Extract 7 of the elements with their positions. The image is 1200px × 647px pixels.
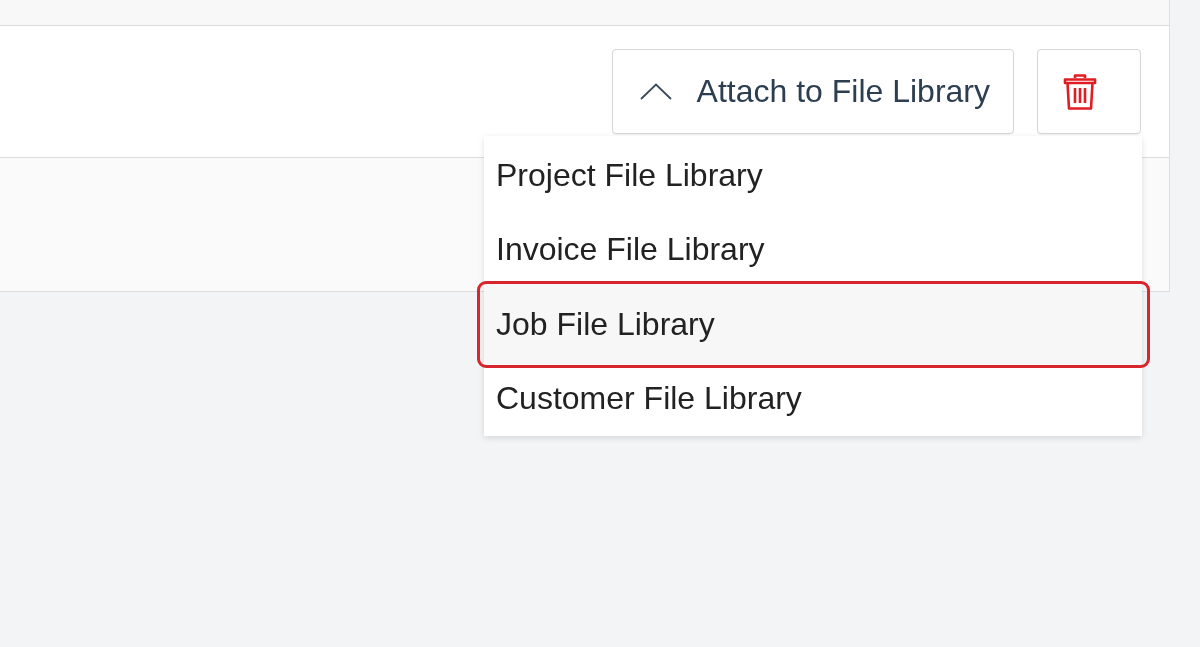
chevron-up-icon xyxy=(639,83,672,100)
menu-item[interactable]: Customer File Library xyxy=(484,368,1142,434)
menu-item[interactable]: Project File Library xyxy=(484,138,1142,212)
delete-button[interactable] xyxy=(1037,49,1141,134)
menu-item[interactable]: Invoice File Library xyxy=(484,212,1142,281)
attach-to-library-button[interactable]: Attach to File Library xyxy=(611,49,1014,134)
trash-icon xyxy=(1063,72,1097,111)
